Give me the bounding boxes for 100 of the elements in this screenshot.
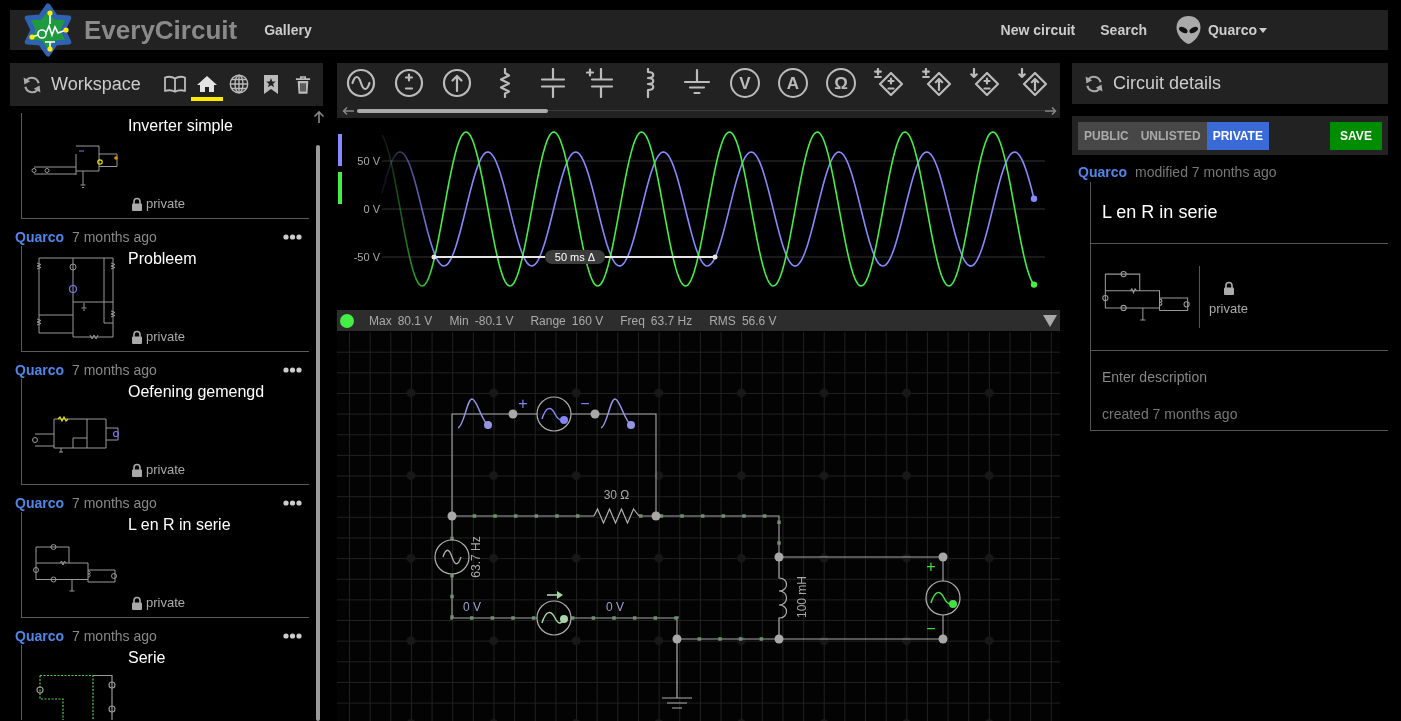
diamond-double-arrow-icon[interactable] xyxy=(1018,68,1048,98)
trace-dot-icon[interactable] xyxy=(340,313,354,328)
stat-label: Freq xyxy=(620,313,645,328)
trash-icon xyxy=(295,74,311,94)
refresh-icon[interactable] xyxy=(1084,73,1104,94)
current-arrow-icon xyxy=(546,591,563,599)
more-icon[interactable] xyxy=(283,234,302,240)
more-icon[interactable] xyxy=(283,367,302,373)
book-icon xyxy=(164,75,186,93)
panel-title: Circuit details xyxy=(1113,73,1222,94)
save-button[interactable]: SAVE xyxy=(1330,121,1382,150)
plus-minus-circle-icon[interactable] xyxy=(394,68,424,98)
up-arrow-circle-icon[interactable] xyxy=(442,68,472,98)
author-link[interactable]: Quarco xyxy=(15,229,64,245)
timestamp: 7 months ago xyxy=(72,362,157,378)
polarity-sign: + xyxy=(518,395,528,412)
polarity-sign: − xyxy=(580,395,590,412)
brand-name[interactable]: EveryCircuit xyxy=(84,14,238,46)
circuit-title: Probleem xyxy=(128,249,198,269)
junction-dot xyxy=(938,634,948,644)
visibility-option[interactable]: PRIVATE xyxy=(1206,121,1269,150)
voltage-label: 0 V xyxy=(463,600,481,614)
component-label: 100 mH xyxy=(795,576,809,618)
user-menu[interactable]: Quarco xyxy=(1208,22,1267,38)
bookmark-star-icon xyxy=(264,74,278,94)
junction-dot xyxy=(774,552,784,562)
measurement-label: 50 ms Δ xyxy=(545,250,605,264)
timestamp: modified 7 months ago xyxy=(1135,164,1277,180)
junction-dot xyxy=(672,634,682,644)
circuit-card[interactable]: Oefening gemengd private xyxy=(21,379,309,485)
globe-icon xyxy=(229,74,249,94)
ammeter-button[interactable]: A xyxy=(778,68,808,98)
circuit-title: Inverter simple xyxy=(128,116,234,136)
diamond-plus-minus-icon[interactable] xyxy=(874,68,904,98)
voltage-label: 0 V xyxy=(606,600,624,614)
stat-label: Range xyxy=(530,313,566,328)
timestamp: 7 months ago xyxy=(72,495,157,511)
junction-dot xyxy=(590,409,600,419)
circuit-card[interactable]: Probleem private xyxy=(21,246,309,352)
caret-icon xyxy=(1259,27,1267,33)
circuit-card[interactable]: Inverter simple private xyxy=(21,113,309,219)
timestamp: 7 months ago xyxy=(72,229,157,245)
component-label: 63.7 Hz xyxy=(469,536,483,578)
axis-label: 0 V xyxy=(363,203,380,215)
diamond-up-arrow-icon[interactable] xyxy=(922,68,952,98)
junction-dot xyxy=(938,552,948,562)
circuit-card[interactable]: Serie xyxy=(21,645,309,720)
polarity-sign: − xyxy=(926,620,936,637)
scrollbar-thumb[interactable] xyxy=(357,108,548,113)
description-field[interactable]: Enter description xyxy=(1102,365,1372,389)
component-label: 30 Ω xyxy=(603,488,630,502)
circuit-canvas[interactable]: + − 30 Ω 63.7 Hz 100 mH + − 0 V 0 V xyxy=(337,332,1060,721)
nav-link[interactable]: Gallery xyxy=(264,22,312,38)
resistor xyxy=(593,507,640,525)
diamond-plus-minus-arrow-icon[interactable] xyxy=(970,68,1000,98)
junction-dot xyxy=(774,634,784,644)
scroll-up-arrow-icon[interactable] xyxy=(313,110,325,124)
scroll-right-arrow-icon[interactable] xyxy=(1045,105,1057,116)
lock-icon xyxy=(131,197,143,211)
refresh-icon[interactable] xyxy=(22,74,42,95)
lock-icon xyxy=(131,330,143,344)
author-link[interactable]: Quarco xyxy=(1078,164,1127,180)
scroll-left-arrow-icon[interactable] xyxy=(342,105,354,116)
trace-swatch[interactable] xyxy=(338,134,342,166)
timestamp: 7 months ago xyxy=(72,628,157,644)
visibility-option[interactable]: UNLISTED xyxy=(1134,121,1207,150)
stat-value: 56.6 V xyxy=(741,313,777,328)
voltmeter-button[interactable]: V xyxy=(730,68,760,98)
capacitor-icon[interactable] xyxy=(538,68,568,98)
visibility-option[interactable]: PUBLIC xyxy=(1078,121,1135,150)
visibility-label: private xyxy=(146,196,186,212)
scrollbar-thumb[interactable] xyxy=(316,145,320,721)
author-link[interactable]: Quarco xyxy=(15,628,64,644)
lock-icon xyxy=(131,463,143,477)
timestamp: created 7 months ago xyxy=(1102,405,1239,423)
junction-dot xyxy=(651,511,661,521)
nav-link[interactable]: Search xyxy=(1100,22,1147,38)
sine-circle-icon[interactable] xyxy=(346,68,376,98)
stat-label: Max xyxy=(369,313,392,328)
polarity-sign: + xyxy=(926,558,936,575)
ac-source xyxy=(434,539,470,575)
horizontal-scrollbar[interactable] xyxy=(357,108,1045,113)
ohmmeter-button[interactable]: Ω xyxy=(826,68,856,98)
circuit-card[interactable]: L en R in serie private xyxy=(21,512,309,618)
dropdown-triangle-icon[interactable] xyxy=(1043,314,1057,327)
more-icon[interactable] xyxy=(283,500,302,506)
alien-avatar-icon[interactable] xyxy=(1175,15,1202,45)
circuit-title: Oefening gemengd xyxy=(128,382,266,402)
nav-link[interactable]: New circuit xyxy=(1000,22,1076,38)
author-link[interactable]: Quarco xyxy=(15,362,64,378)
circuit-title: Serie xyxy=(128,648,167,668)
author-link[interactable]: Quarco xyxy=(15,495,64,511)
polarized-capacitor-icon[interactable] xyxy=(586,68,616,98)
more-icon[interactable] xyxy=(283,633,302,639)
axis-label: 50 V xyxy=(357,155,380,167)
stat-value: -80.1 V xyxy=(474,313,514,328)
visibility-label: private xyxy=(146,595,186,611)
stat-label: Min xyxy=(449,313,469,328)
axis-label: -50 V xyxy=(353,251,380,263)
trace-swatch[interactable] xyxy=(338,172,342,204)
